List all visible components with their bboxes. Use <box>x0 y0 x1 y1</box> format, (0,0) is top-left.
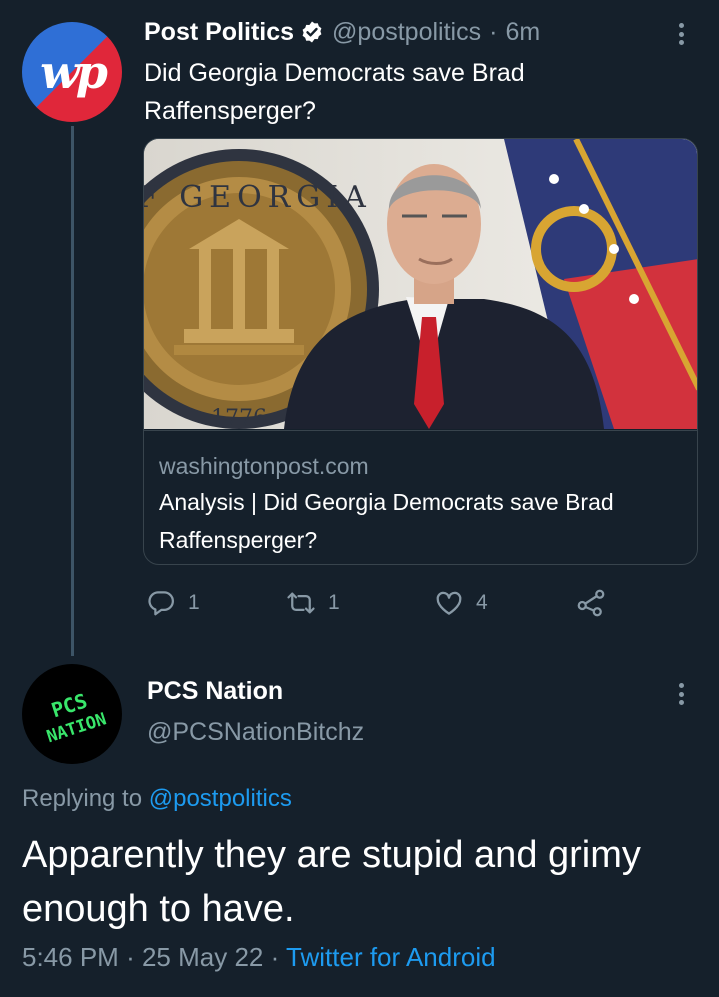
reply-button[interactable]: 1 <box>146 585 200 621</box>
link-card[interactable]: OF GEORGIA 1776 washingtonpost.com Analy… <box>143 138 698 565</box>
retweet-count: 1 <box>328 591 340 614</box>
seal-year: 1776 <box>211 406 267 429</box>
reply-author-handle[interactable]: @PCSNationBitchz <box>147 718 364 747</box>
meta-separator-1: · <box>126 942 135 972</box>
more-icon[interactable] <box>676 20 686 48</box>
pcs-nation-avatar[interactable]: PCS NATION <box>22 664 122 764</box>
replying-to-link[interactable]: @postpolitics <box>149 785 292 812</box>
reply-date[interactable]: 25 May 22 <box>142 942 263 972</box>
tweet-meta: 5:46 PM · 25 May 22 · Twitter for Androi… <box>22 942 496 973</box>
replying-prefix: Replying to <box>22 785 143 812</box>
pcs-logo: PCS NATION <box>44 688 109 747</box>
share-icon <box>577 589 605 617</box>
card-domain: washingtonpost.com <box>159 453 369 479</box>
card-body: washingtonpost.com Analysis | Did Georgi… <box>144 430 697 564</box>
author-handle[interactable]: @postpolitics <box>332 18 481 47</box>
article-photo: OF GEORGIA 1776 <box>144 139 697 429</box>
like-icon <box>436 591 462 615</box>
like-count: 4 <box>476 591 488 614</box>
share-button[interactable] <box>576 585 606 621</box>
retweet-icon <box>287 592 315 614</box>
seal-text: OF GEORGIA <box>144 180 372 215</box>
reply-author-name[interactable]: PCS Nation <box>147 677 283 706</box>
reply-text: Apparently they are stupid and grimy eno… <box>22 834 641 930</box>
post-politics-avatar[interactable]: wp <box>22 22 122 122</box>
retweet-button[interactable]: 1 <box>286 585 340 621</box>
header-separator: · <box>489 17 498 46</box>
thread-connector-line <box>71 126 74 656</box>
verified-icon <box>302 21 322 43</box>
tweet-text: Did Georgia Democrats save Brad Raffensp… <box>144 59 525 125</box>
tweet-header: Post Politics @postpolitics · 6m <box>144 14 540 50</box>
replying-to: Replying to @postpolitics <box>22 785 292 813</box>
client-link[interactable]: Twitter for Android <box>286 942 496 972</box>
reply-icon <box>148 591 174 616</box>
more-icon[interactable] <box>676 680 686 708</box>
avatar-monogram: wp <box>40 45 108 99</box>
reply-time[interactable]: 5:46 PM <box>22 942 119 972</box>
card-image: OF GEORGIA 1776 <box>144 139 697 429</box>
reply-count: 1 <box>188 591 200 614</box>
tweet-actions: 1 1 4 <box>146 585 616 621</box>
card-title: Analysis | Did Georgia Democrats save Br… <box>159 489 614 553</box>
like-button[interactable]: 4 <box>434 585 488 621</box>
meta-separator-2: · <box>270 942 280 972</box>
tweet-time[interactable]: 6m <box>505 18 540 47</box>
author-name[interactable]: Post Politics <box>144 18 294 47</box>
